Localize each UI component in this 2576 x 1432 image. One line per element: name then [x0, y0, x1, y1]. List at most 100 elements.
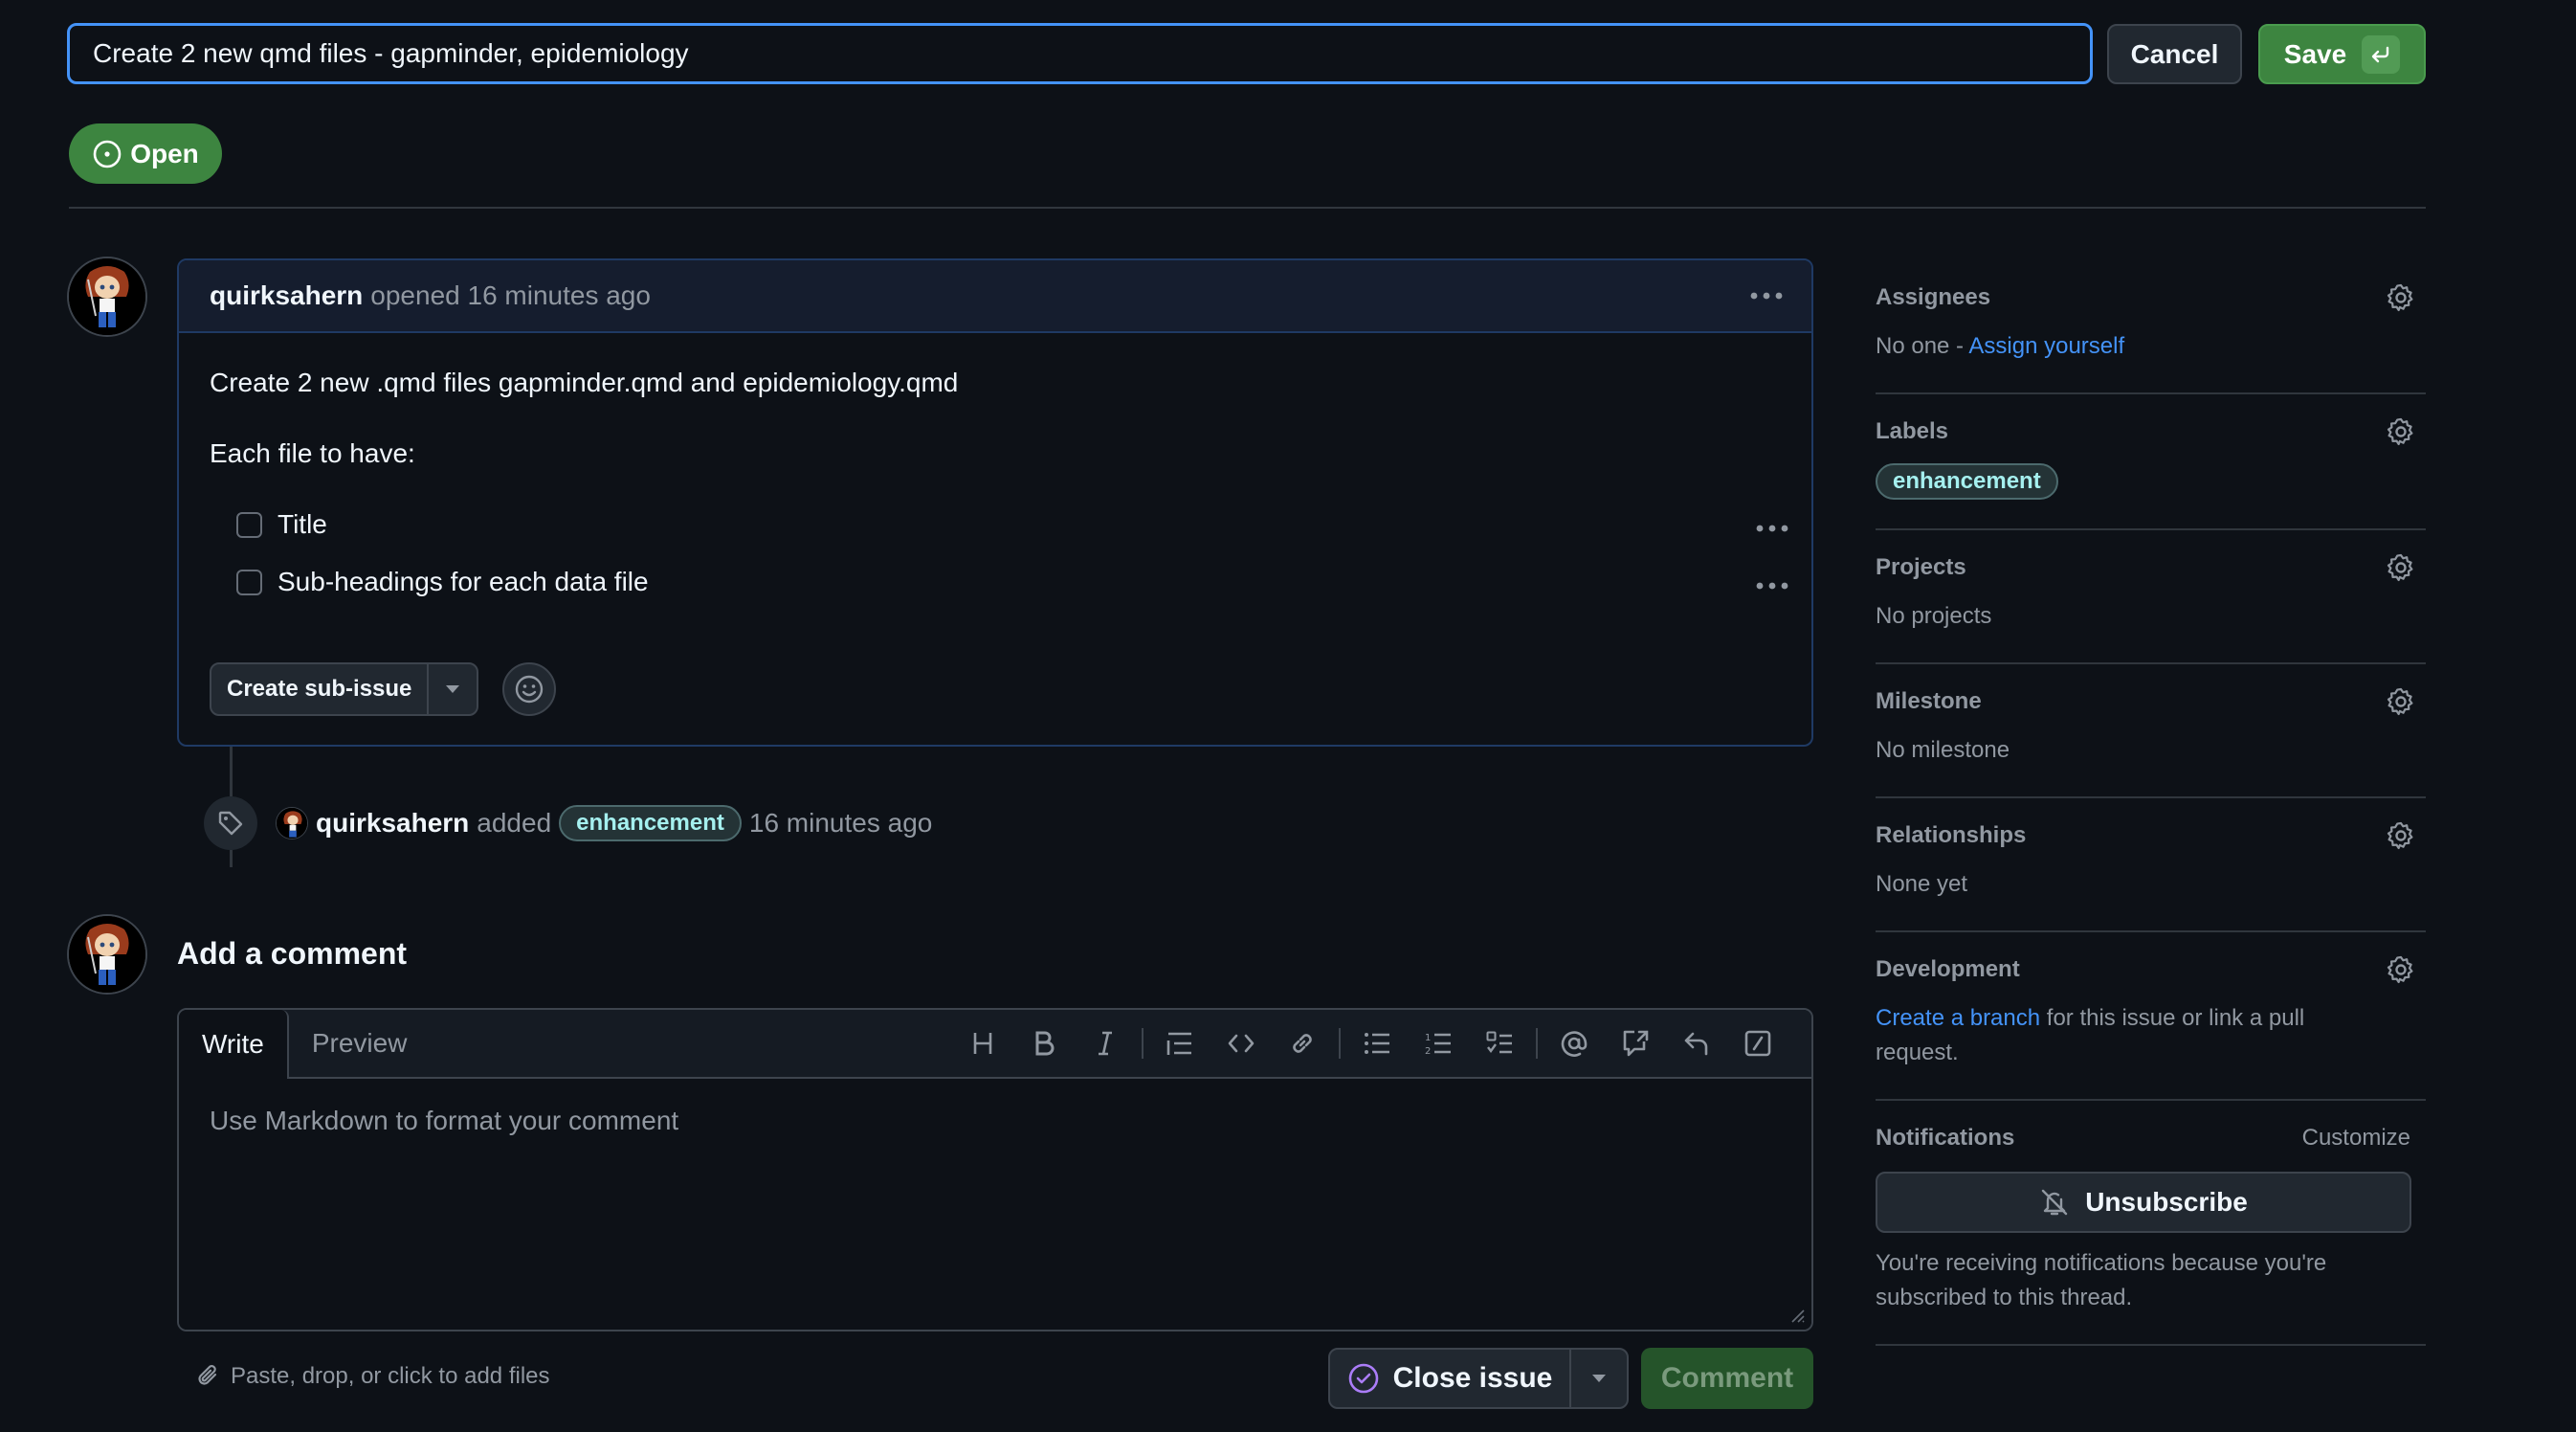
create-branch-link[interactable]: Create a branch	[1876, 1005, 2040, 1031]
label-enhancement[interactable]: enhancement	[1876, 463, 2058, 500]
code-icon[interactable]	[1210, 1020, 1272, 1066]
gear-icon[interactable]	[2386, 552, 2416, 583]
issue-sidebar: Assignees No one - Assign yourself Label…	[1876, 260, 2426, 1346]
label-enhancement[interactable]: enhancement	[559, 805, 742, 841]
sidebar-projects: Projects No projects	[1876, 530, 2426, 664]
projects-heading: Projects	[1876, 554, 1966, 580]
issue-author-link[interactable]: quirksahern	[210, 280, 363, 311]
bold-icon[interactable]	[1013, 1020, 1075, 1066]
tab-preview[interactable]: Preview	[289, 1010, 431, 1077]
issue-body-text: Each file to have:	[210, 438, 415, 468]
enter-key-icon	[2362, 34, 2401, 74]
toolbar-divider	[1142, 1028, 1144, 1059]
task-more-options-icon[interactable]	[1756, 525, 1788, 532]
tab-write[interactable]: Write	[179, 1010, 289, 1079]
gear-icon[interactable]	[2386, 282, 2416, 313]
link-icon[interactable]	[1272, 1020, 1333, 1066]
slash-command-icon[interactable]	[1727, 1020, 1788, 1066]
unsubscribe-button[interactable]: Unsubscribe	[1876, 1172, 2411, 1233]
relationships-heading: Relationships	[1876, 822, 2027, 848]
sidebar-notifications: Notifications Customize Unsubscribe You'…	[1876, 1101, 2426, 1346]
gear-icon[interactable]	[2386, 686, 2416, 717]
unordered-list-icon[interactable]	[1346, 1020, 1408, 1066]
projects-value: No projects	[1876, 603, 1992, 629]
attach-files[interactable]: Paste, drop, or click to add files	[196, 1363, 550, 1390]
gear-icon[interactable]	[2386, 820, 2416, 851]
formatting-tools: 12	[952, 1010, 1811, 1077]
saved-reply-icon[interactable]	[1666, 1020, 1727, 1066]
issue-state-badge: Open	[69, 123, 222, 184]
heading-icon[interactable]	[952, 1020, 1013, 1066]
close-issue-label: Close issue	[1392, 1362, 1553, 1394]
task-list-item: Sub-headings for each data file	[236, 567, 649, 597]
close-issue-button-group: Close issue	[1328, 1348, 1629, 1409]
sidebar-development: Development Create a branch for this iss…	[1876, 932, 2426, 1101]
labels-heading: Labels	[1876, 418, 1949, 444]
assignees-value: No one -	[1876, 333, 1969, 359]
svg-text:2: 2	[1425, 1046, 1431, 1056]
mention-icon[interactable]	[1543, 1020, 1605, 1066]
customize-notifications-link[interactable]: Customize	[2302, 1125, 2410, 1152]
actor-link[interactable]: quirksahern	[316, 808, 469, 839]
create-sub-issue-button[interactable]: Create sub-issue	[211, 664, 427, 714]
task-more-options-icon[interactable]	[1756, 582, 1788, 590]
close-issue-dropdown[interactable]	[1569, 1350, 1627, 1407]
attach-files-text: Paste, drop, or click to add files	[231, 1363, 550, 1389]
development-heading: Development	[1876, 956, 2020, 982]
event-action: added	[477, 808, 552, 838]
svg-text:1: 1	[1425, 1033, 1431, 1043]
create-sub-issue-button-group: Create sub-issue	[210, 662, 479, 716]
paperclip-icon	[196, 1363, 221, 1390]
create-sub-issue-dropdown[interactable]	[427, 664, 477, 714]
milestone-heading: Milestone	[1876, 688, 1982, 714]
triangle-down-icon	[1592, 1375, 1606, 1382]
issue-body-card: quirksahern opened 16 minutes ago Create…	[177, 258, 1813, 747]
sidebar-relationships: Relationships None yet	[1876, 798, 2426, 932]
issue-body-text: Create 2 new .qmd files gapminder.qmd an…	[210, 368, 959, 397]
notifications-heading: Notifications	[1876, 1125, 2015, 1151]
assign-yourself-link[interactable]: Assign yourself	[1968, 333, 2124, 359]
cancel-button[interactable]: Cancel	[2107, 24, 2242, 84]
task-list-item: Title	[236, 509, 327, 540]
task-list-icon[interactable]	[1469, 1020, 1530, 1066]
task-checkbox[interactable]	[236, 511, 262, 538]
save-label: Save	[2283, 38, 2347, 69]
close-issue-button[interactable]: Close issue	[1330, 1350, 1569, 1407]
italic-icon[interactable]	[1075, 1020, 1136, 1066]
timeline-label-event: quirksahern added enhancement 16 minutes…	[276, 802, 932, 844]
quote-icon[interactable]	[1149, 1020, 1210, 1066]
issue-opened-icon	[92, 139, 122, 169]
relationships-value: None yet	[1876, 871, 1968, 897]
sidebar-assignees: Assignees No one - Assign yourself	[1876, 260, 2426, 394]
resize-handle-icon[interactable]	[1787, 1305, 1806, 1324]
actor-avatar[interactable]	[276, 807, 308, 839]
ordered-list-icon[interactable]: 12	[1408, 1020, 1469, 1066]
issue-opened-time[interactable]: opened 16 minutes ago	[370, 280, 651, 311]
gear-icon[interactable]	[2386, 954, 2416, 985]
comment-textarea[interactable]	[179, 1079, 1811, 1330]
toolbar-divider	[1536, 1028, 1538, 1059]
task-label: Sub-headings for each data file	[278, 567, 649, 596]
issue-more-options-icon[interactable]	[1750, 292, 1783, 300]
sidebar-labels: Labels enhancement	[1876, 394, 2426, 530]
comment-editor: Write Preview 12	[177, 1008, 1813, 1331]
smiley-icon	[515, 675, 544, 704]
notifications-note: You're receiving notifications because y…	[1876, 1250, 2327, 1310]
comment-submit-button[interactable]: Comment	[1641, 1348, 1813, 1409]
issue-title-input[interactable]	[67, 23, 2093, 84]
cross-reference-icon[interactable]	[1605, 1020, 1666, 1066]
event-time[interactable]: 16 minutes ago	[749, 808, 932, 839]
add-comment-heading: Add a comment	[177, 936, 408, 971]
author-avatar[interactable]	[67, 257, 147, 337]
issue-closed-icon	[1347, 1362, 1380, 1395]
task-checkbox[interactable]	[236, 569, 262, 595]
header-divider	[69, 207, 2426, 209]
gear-icon[interactable]	[2386, 416, 2416, 447]
unsubscribe-label: Unsubscribe	[2085, 1187, 2248, 1217]
toolbar-divider	[1339, 1028, 1341, 1059]
timeline-line	[230, 747, 233, 796]
add-reaction-button[interactable]	[502, 662, 556, 716]
current-user-avatar	[67, 914, 147, 995]
save-button[interactable]: Save	[2258, 24, 2426, 84]
issue-card-header: quirksahern opened 16 minutes ago	[179, 260, 1811, 333]
